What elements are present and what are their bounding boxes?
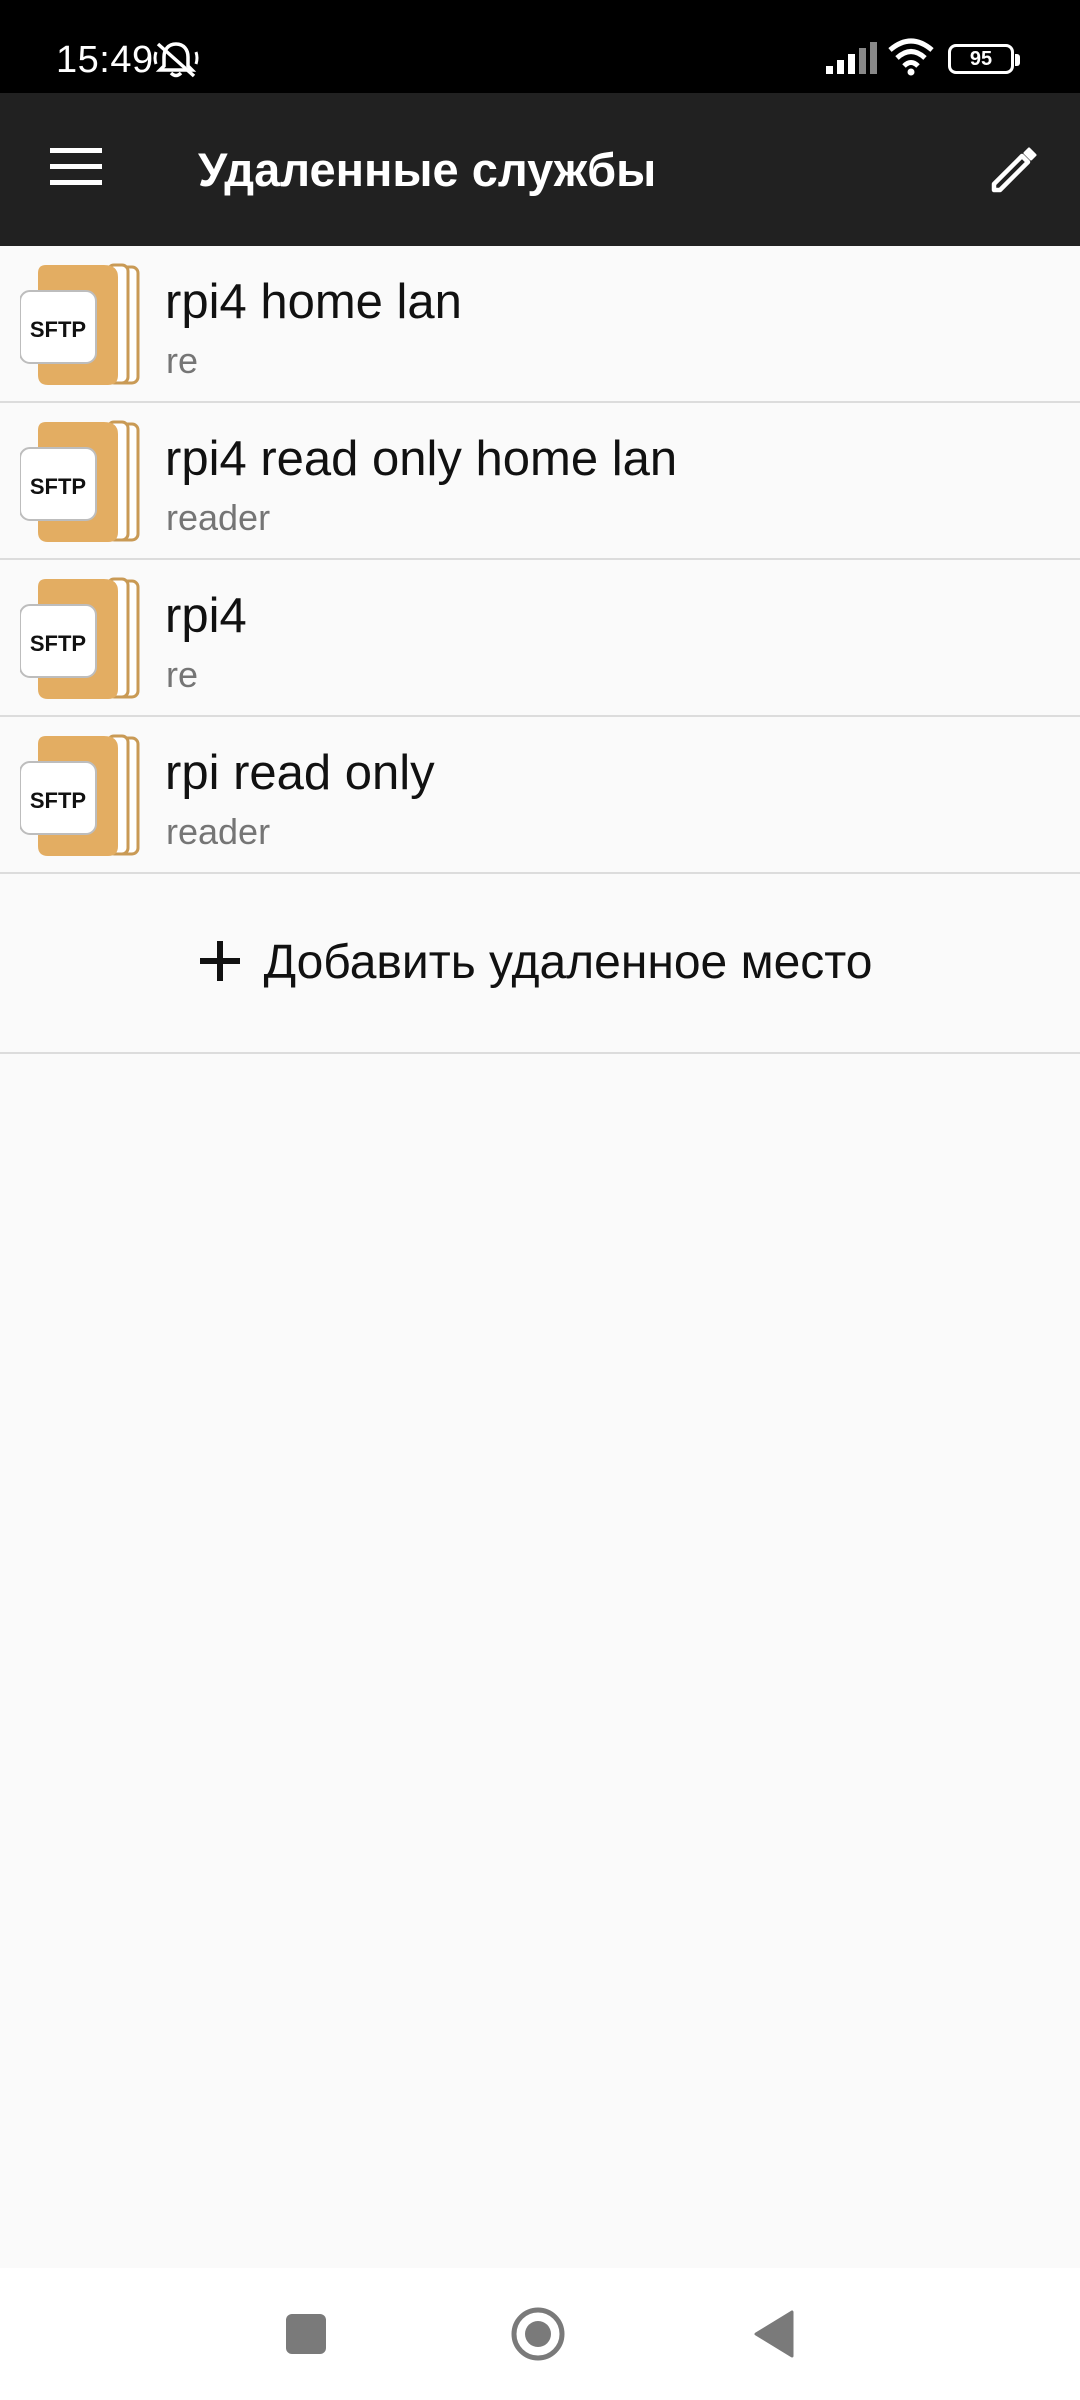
sftp-folder-icon: SFTP xyxy=(19,420,148,544)
service-subtitle: reader xyxy=(166,811,271,852)
page-title: Удаленные службы xyxy=(198,143,657,196)
sftp-icon-label: SFTP xyxy=(30,631,86,656)
sftp-folder-icon: SFTP xyxy=(19,263,148,387)
sftp-folder-icon: SFTP xyxy=(19,577,148,701)
sftp-icon-label: SFTP xyxy=(30,474,86,499)
service-title: rpi read only xyxy=(165,746,435,800)
sftp-icon-label: SFTP xyxy=(30,788,86,813)
home-icon[interactable] xyxy=(510,2306,566,2362)
list-item[interactable]: SFTP rpi read only reader xyxy=(0,717,1080,874)
list-item[interactable]: SFTP rpi4 read only home lan reader xyxy=(0,403,1080,560)
edit-button[interactable] xyxy=(964,122,1064,222)
list-item[interactable]: SFTP rpi4 re xyxy=(0,560,1080,717)
signal-icon xyxy=(826,42,878,79)
wifi-icon xyxy=(888,38,934,81)
service-title: rpi4 read only home lan xyxy=(165,432,678,486)
mute-icon xyxy=(152,38,200,85)
service-subtitle: re xyxy=(166,340,199,381)
add-remote-location-button[interactable]: Добавить удаленное место xyxy=(0,874,1080,1054)
add-remote-label: Добавить удаленное место xyxy=(263,936,873,989)
list-item[interactable]: SFTP rpi4 home lan re xyxy=(0,246,1080,403)
service-title: rpi4 home lan xyxy=(165,275,462,329)
menu-icon xyxy=(50,147,102,191)
service-list: SFTP rpi4 home lan re SFTP rpi4 read onl… xyxy=(0,246,1080,1054)
service-subtitle: reader xyxy=(166,497,271,538)
service-title: rpi4 xyxy=(165,589,247,643)
status-bar: 15:49 95 xyxy=(0,0,1080,93)
status-time: 15:49 xyxy=(56,39,154,81)
sftp-folder-icon: SFTP xyxy=(19,734,148,858)
recent-apps-icon[interactable] xyxy=(286,2314,326,2354)
back-icon[interactable] xyxy=(752,2310,796,2358)
service-subtitle: re xyxy=(166,654,199,695)
edit-pencil-icon xyxy=(988,144,1040,201)
sftp-icon-label: SFTP xyxy=(30,317,86,342)
battery-icon: 95 xyxy=(948,44,1020,74)
menu-button[interactable] xyxy=(26,104,126,234)
plus-icon xyxy=(198,939,242,988)
